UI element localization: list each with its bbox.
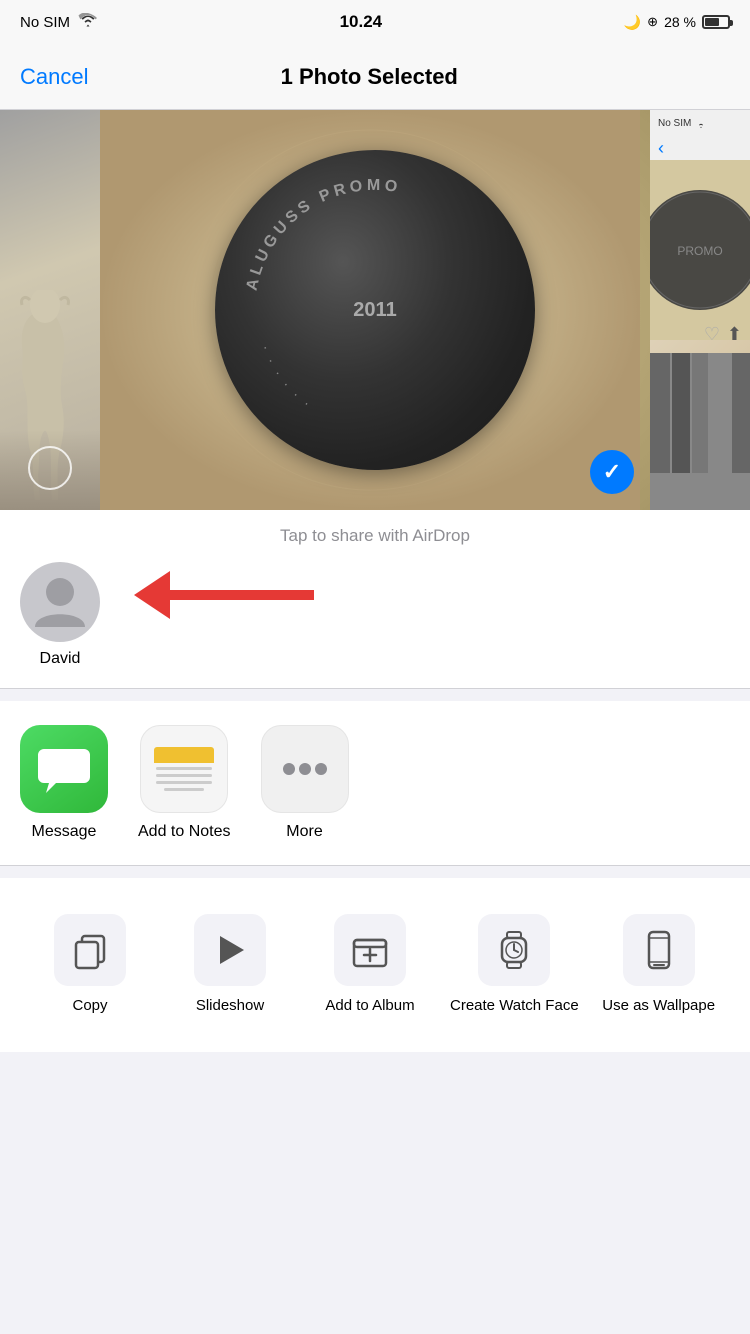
action-label-watch-face: Create Watch Face	[450, 996, 579, 1016]
app-label-notes: Add to Notes	[138, 823, 231, 841]
heart-icon: ♡	[704, 324, 720, 345]
watch-face-icon-box	[478, 914, 550, 986]
right-coin-icon: PROMO	[650, 160, 750, 340]
action-label-copy: Copy	[72, 996, 107, 1016]
status-left: No SIM	[20, 13, 98, 31]
share-icon: ⬆	[727, 324, 742, 345]
action-item-add-album[interactable]: Add to Album	[300, 898, 440, 1032]
photo-main-coin[interactable]: 2011 ALUGUSS PROMO · · · · · · ✓	[100, 110, 650, 510]
action-item-wallpaper[interactable]: Use as Wallpape	[589, 898, 729, 1032]
coin-circular-text-icon: ALUGUSS PROMO · · · · · ·	[215, 150, 535, 470]
nav-bar: Cancel 1 Photo Selected	[0, 44, 750, 110]
action-item-copy[interactable]: Copy	[20, 898, 160, 1032]
photo-right-top[interactable]: PROMO ⬆ ♡	[650, 160, 750, 352]
action-item-watch-face[interactable]: Create Watch Face	[440, 898, 589, 1032]
thumbnail-strip-icon	[650, 353, 750, 473]
lock-icon: ⊕	[647, 14, 658, 30]
nav-title: 1 Photo Selected	[281, 64, 458, 90]
copy-icon	[70, 930, 110, 970]
contact-name-david: David	[40, 650, 81, 668]
watch-icon	[494, 930, 534, 970]
photo-strip: 2011 ALUGUSS PROMO · · · · · · ✓	[0, 110, 750, 510]
coin-background: 2011 ALUGUSS PROMO · · · · · ·	[100, 110, 650, 510]
actions-row: Copy Slideshow Add to Album	[20, 898, 730, 1032]
add-album-icon	[350, 930, 390, 970]
selected-badge: ✓	[590, 450, 634, 494]
contact-item-david[interactable]: David	[20, 562, 100, 668]
checkmark-icon: ✓	[603, 459, 621, 485]
svg-text:ALUGUSS PROMO: ALUGUSS PROMO	[244, 177, 403, 292]
wallpaper-icon-box	[623, 914, 695, 986]
notes-top-bar	[154, 747, 214, 763]
photo-thumb-dog[interactable]	[0, 110, 100, 510]
contact-avatar-david	[20, 562, 100, 642]
mini-status: No SIM	[650, 110, 750, 137]
person-silhouette-icon	[30, 572, 90, 632]
moon-icon: 🌙	[624, 14, 641, 31]
wifi-icon	[78, 13, 98, 31]
slideshow-icon-box	[194, 914, 266, 986]
photo-right-strip: No SIM ‹ PROMO ⬆ ♡	[650, 110, 750, 510]
message-bubble-icon	[36, 741, 92, 797]
share-apps-section: Message Add to Notes More	[0, 701, 750, 866]
action-label-add-album: Add to Album	[325, 996, 414, 1016]
slideshow-play-icon	[210, 930, 250, 970]
app-item-more[interactable]: More	[261, 725, 349, 841]
apps-row: Message Add to Notes More	[20, 725, 730, 841]
phone-wallpaper-icon	[639, 930, 679, 970]
status-right: 🌙 ⊕ 28 %	[624, 14, 730, 31]
message-app-icon	[20, 725, 108, 813]
cancel-button[interactable]: Cancel	[20, 64, 88, 90]
arrow-shaft	[170, 590, 314, 600]
contacts-row: David	[0, 562, 750, 668]
app-item-message[interactable]: Message	[20, 725, 108, 841]
back-arrow-area: ‹	[650, 137, 750, 160]
add-album-icon-box	[334, 914, 406, 986]
photo-right-bottom[interactable]	[650, 353, 750, 510]
status-bar: No SIM 10.24 🌙 ⊕ 28 %	[0, 0, 750, 44]
red-arrow-indicator	[134, 522, 314, 668]
notes-line-4	[164, 788, 204, 791]
notes-line-2	[156, 774, 212, 777]
action-label-slideshow: Slideshow	[196, 996, 264, 1016]
app-label-message: Message	[32, 823, 97, 841]
app-item-notes[interactable]: Add to Notes	[138, 725, 231, 841]
battery-icon	[702, 15, 730, 29]
more-app-icon	[261, 725, 349, 813]
notes-line-3	[156, 781, 212, 784]
more-dot-1	[283, 763, 295, 775]
battery-percent: 28 %	[664, 14, 696, 30]
app-label-more: More	[286, 823, 322, 841]
copy-icon-box	[54, 914, 126, 986]
coin-circle: 2011 ALUGUSS PROMO · · · · · ·	[215, 150, 535, 470]
action-item-slideshow[interactable]: Slideshow	[160, 898, 300, 1032]
status-time: 10.24	[340, 12, 383, 32]
carrier-label: No SIM	[20, 14, 70, 31]
more-dot-3	[315, 763, 327, 775]
more-dot-2	[299, 763, 311, 775]
airdrop-label: Tap to share with AirDrop	[0, 526, 750, 546]
action-label-wallpaper: Use as Wallpape	[602, 996, 715, 1016]
notes-line-1	[156, 767, 212, 770]
svg-text:PROMO: PROMO	[677, 244, 722, 258]
actions-section: Copy Slideshow Add to Album	[0, 878, 750, 1052]
notes-app-icon	[140, 725, 228, 813]
airdrop-section: Tap to share with AirDrop David	[0, 510, 750, 689]
photo-unselected-indicator[interactable]	[28, 446, 72, 490]
arrow-head	[134, 571, 170, 619]
svg-text:· · · · · ·: · · · · · ·	[258, 343, 316, 413]
red-arrow-icon	[134, 573, 314, 617]
